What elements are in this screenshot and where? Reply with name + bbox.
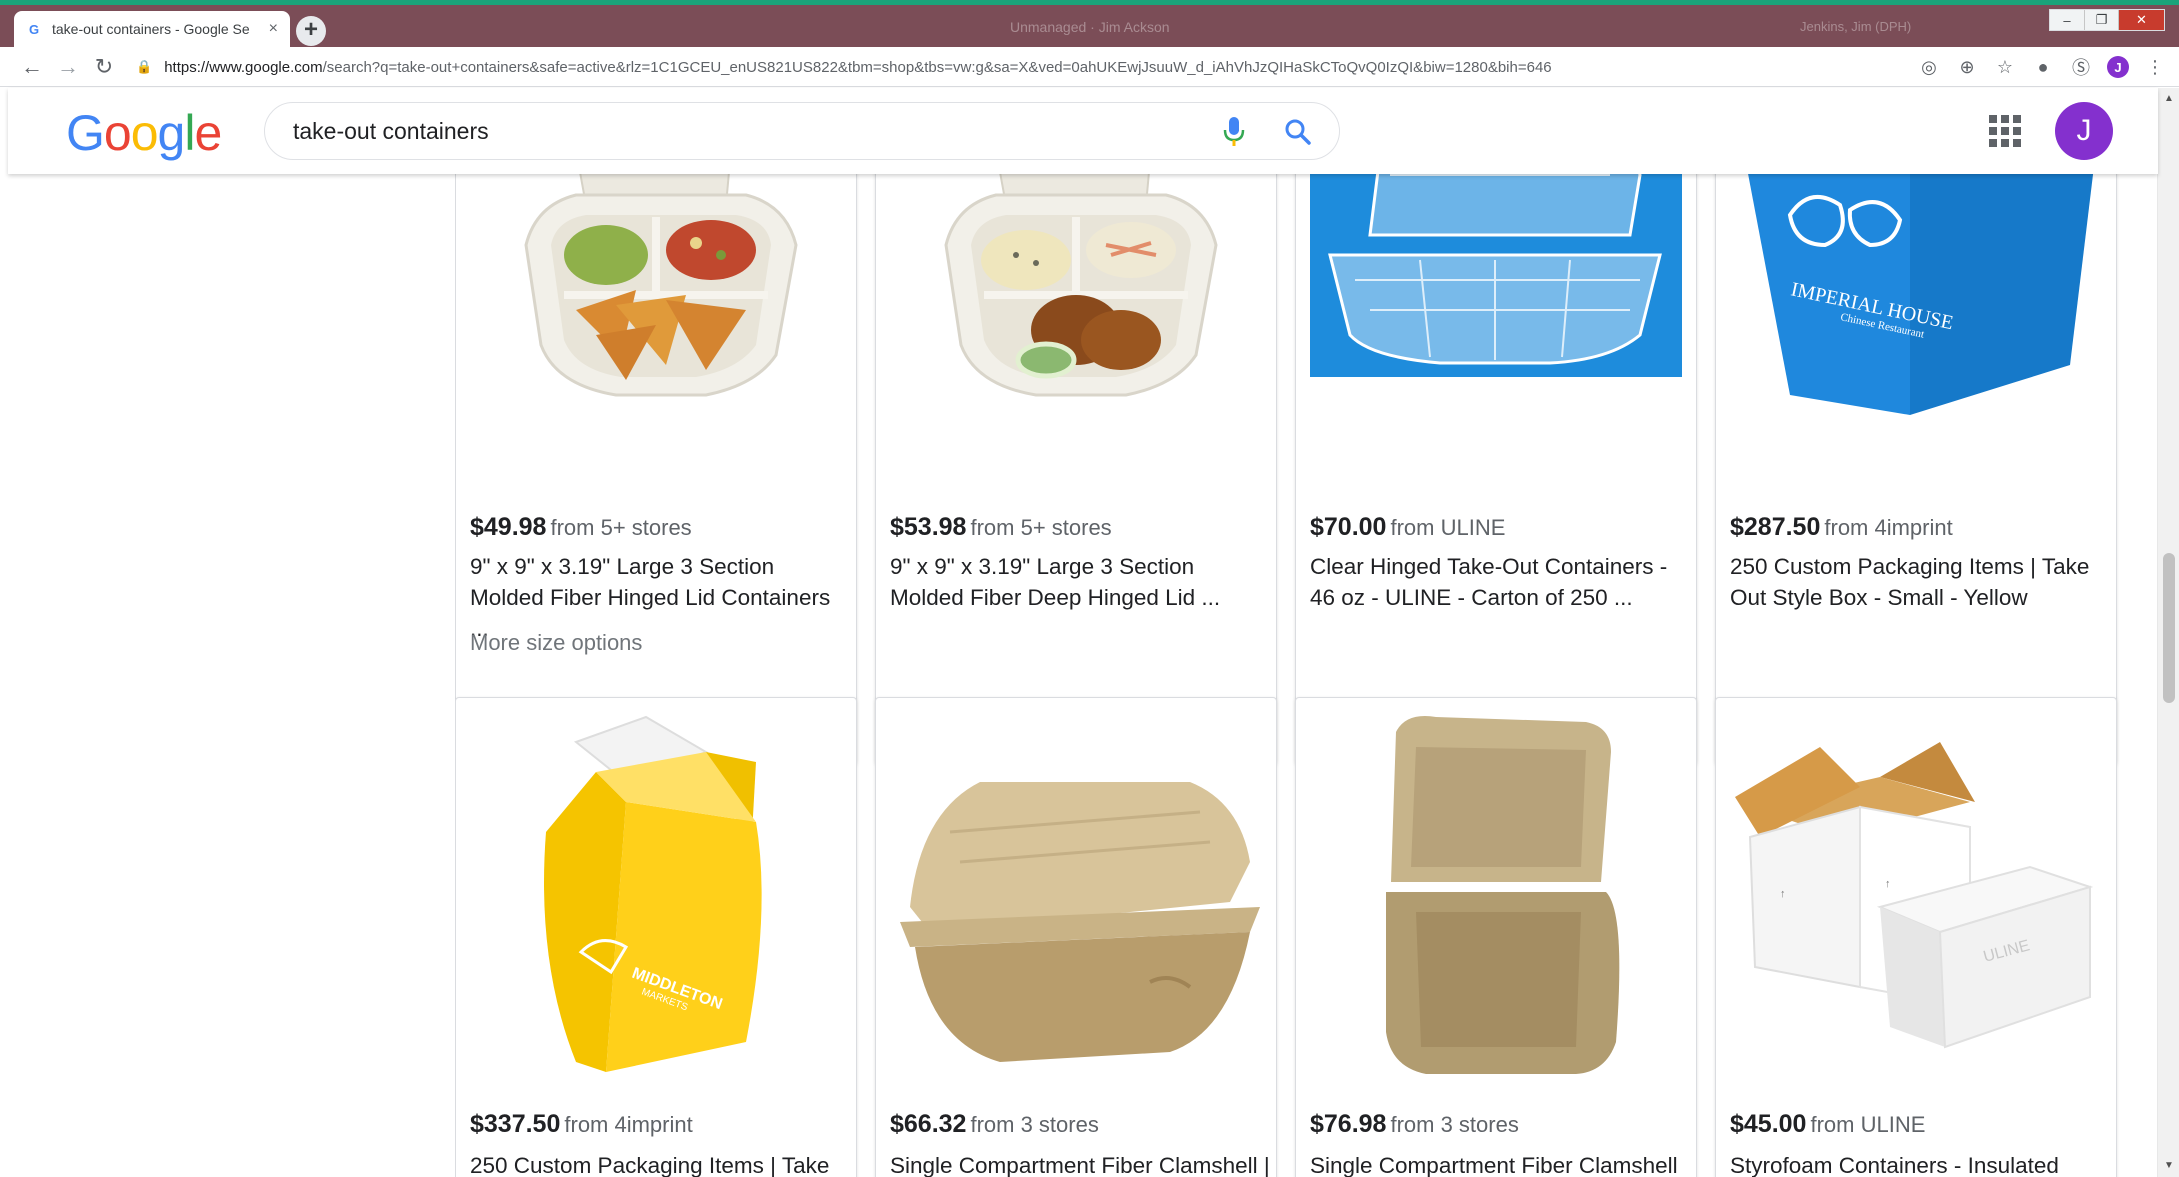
logo-letter: l bbox=[184, 105, 195, 161]
page-scrollbar[interactable]: ▲ ▼ bbox=[2157, 88, 2179, 1177]
window-close-button[interactable]: ✕ bbox=[2118, 10, 2164, 30]
address-bar[interactable]: 🔒 https://www.google.com/search?q=take-o… bbox=[136, 51, 1876, 83]
price-source: from ULINE bbox=[1810, 1112, 1926, 1137]
zoom-icon[interactable]: ⊕ bbox=[1955, 55, 1979, 79]
skype-extension-icon[interactable]: Ⓢ bbox=[2069, 55, 2093, 79]
product-title[interactable]: Styrofoam Containers - Insulated bbox=[1730, 1150, 2110, 1177]
price-value: $53.98 bbox=[890, 513, 967, 541]
close-tab-icon[interactable]: × bbox=[269, 20, 278, 38]
microphone-icon[interactable] bbox=[1217, 115, 1251, 149]
product-price: $287.50 from 4imprint bbox=[1730, 513, 1953, 542]
back-arrow-icon[interactable]: ← bbox=[14, 49, 50, 85]
google-favicon-icon: G bbox=[28, 21, 40, 37]
product-image[interactable]: ULINE ↑ ↑ bbox=[1730, 712, 2102, 1082]
browser-toolbar: ← → ↻ 🔒 https://www.google.com/search?q=… bbox=[0, 47, 2179, 87]
product-card[interactable]: $66.32 from 3 stores Single Compartment F… bbox=[875, 697, 1277, 1177]
product-price: $45.00 from ULINE bbox=[1730, 1110, 1925, 1139]
bookmark-star-icon[interactable]: ☆ bbox=[1993, 55, 2017, 79]
product-card[interactable]: IMPERIAL HOUSE Chinese Restaurant $287.5… bbox=[1715, 88, 2117, 765]
product-image[interactable]: MIDDLETON MARKETS bbox=[470, 712, 842, 1082]
google-search-header: Google J bbox=[8, 88, 2158, 174]
search-input[interactable] bbox=[293, 117, 1173, 145]
menu-kebab-icon[interactable]: ⋮ bbox=[2143, 55, 2167, 79]
forward-arrow-icon[interactable]: → bbox=[50, 49, 86, 85]
product-price: $53.98 from 5+ stores bbox=[890, 513, 1112, 542]
location-icon[interactable]: ◎ bbox=[1917, 55, 1941, 79]
url-host: https://www.google.com bbox=[164, 58, 323, 76]
price-source: from 4imprint bbox=[1824, 515, 1953, 540]
price-value: $45.00 bbox=[1730, 1110, 1807, 1138]
product-card[interactable]: $49.98 from 5+ stores 9" x 9" x 3.19" Lar… bbox=[455, 88, 857, 765]
scroll-up-arrow-icon[interactable]: ▲ bbox=[2162, 92, 2176, 106]
product-title[interactable]: 9" x 9" x 3.19" Large 3 Section Molded F… bbox=[890, 551, 1270, 613]
price-value: $337.50 bbox=[470, 1110, 561, 1138]
lock-icon: 🔒 bbox=[136, 59, 153, 74]
price-source: from 3 stores bbox=[1390, 1112, 1519, 1137]
product-title[interactable]: 250 Custom Packaging Items | Take Out St… bbox=[1730, 551, 2110, 613]
maximize-button[interactable]: ❐ bbox=[2084, 10, 2118, 30]
price-source: from ULINE bbox=[1390, 515, 1506, 540]
browser-tab[interactable]: G take-out containers - Google Se × bbox=[14, 11, 290, 47]
product-title[interactable]: 250 Custom Packaging Items | Take bbox=[470, 1150, 850, 1177]
new-tab-button[interactable]: + bbox=[296, 16, 326, 46]
price-value: $76.98 bbox=[1310, 1110, 1387, 1138]
logo-letter: g bbox=[157, 105, 186, 161]
toolbar-icons: ◎ ⊕ ☆ ● Ⓢ J ⋮ bbox=[1917, 51, 2167, 83]
product-price: $337.50 from 4imprint bbox=[470, 1110, 693, 1139]
product-title[interactable]: Single Compartment Fiber Clamshell | bbox=[890, 1150, 1270, 1177]
logo-letter: o bbox=[103, 105, 132, 161]
search-icon[interactable] bbox=[1281, 115, 1315, 149]
logo-letter: G bbox=[66, 105, 105, 161]
browser-tabstrip: G take-out containers - Google Se × + Un… bbox=[0, 0, 2179, 47]
minimize-button[interactable]: – bbox=[2050, 10, 2084, 30]
product-price: $70.00 from ULINE bbox=[1310, 513, 1505, 542]
window-controls: – ❐ ✕ bbox=[2049, 9, 2165, 31]
product-price: $49.98 from 5+ stores bbox=[470, 513, 692, 542]
price-value: $66.32 bbox=[890, 1110, 967, 1138]
more-size-options-link[interactable]: More size options bbox=[470, 630, 642, 656]
product-card[interactable]: MIDDLETON MARKETS $337.50 from 4imprint 2… bbox=[455, 697, 857, 1177]
product-card[interactable]: ULINE ↑ ↑ $45.00 from ULINE Styrofoam Con… bbox=[1715, 697, 2117, 1177]
google-apps-grid-icon[interactable] bbox=[1988, 114, 2022, 148]
price-source: from 3 stores bbox=[970, 1112, 1099, 1137]
arrow-label-icon: ↑ bbox=[1780, 888, 1786, 900]
extension-icon[interactable]: ● bbox=[2031, 55, 2055, 79]
price-source: from 4imprint bbox=[564, 1112, 693, 1137]
google-logo[interactable]: Google bbox=[66, 104, 222, 162]
product-title[interactable]: Clear Hinged Take-Out Containers - 46 oz… bbox=[1310, 551, 1690, 613]
tab-title: take-out containers - Google Se bbox=[52, 21, 250, 37]
product-image[interactable] bbox=[890, 712, 1262, 1082]
product-title[interactable]: Single Compartment Fiber Clamshell bbox=[1310, 1150, 1690, 1177]
price-source: from 5+ stores bbox=[550, 515, 692, 540]
product-price: $76.98 from 3 stores bbox=[1310, 1110, 1519, 1139]
search-box bbox=[264, 102, 1340, 160]
profile-chip[interactable]: Jenkins, Jim (DPH) bbox=[1800, 19, 1911, 34]
url-path: /search?q=take-out+containers&safe=activ… bbox=[322, 58, 1552, 76]
reload-icon[interactable]: ↻ bbox=[86, 49, 122, 85]
arrow-label-icon: ↑ bbox=[1885, 878, 1891, 890]
price-source: from 5+ stores bbox=[970, 515, 1112, 540]
scroll-down-arrow-icon[interactable]: ▼ bbox=[2162, 1159, 2176, 1173]
price-value: $70.00 bbox=[1310, 513, 1387, 541]
product-price: $66.32 from 3 stores bbox=[890, 1110, 1099, 1139]
product-image[interactable] bbox=[1310, 712, 1682, 1082]
logo-letter: o bbox=[130, 105, 159, 161]
price-value: $49.98 bbox=[470, 513, 547, 541]
logo-letter: e bbox=[194, 105, 222, 161]
scrollbar-thumb[interactable] bbox=[2163, 553, 2175, 703]
product-card[interactable]: $53.98 from 5+ stores 9" x 9" x 3.19" Lar… bbox=[875, 88, 1277, 765]
profile-avatar-icon[interactable]: J bbox=[2107, 56, 2129, 78]
price-value: $287.50 bbox=[1730, 513, 1821, 541]
account-avatar[interactable]: J bbox=[2055, 102, 2113, 160]
shopping-results-grid: $49.98 from 5+ stores 9" x 9" x 3.19" Lar… bbox=[455, 88, 2120, 1177]
product-card[interactable]: $70.00 from ULINE Clear Hinged Take-Out C… bbox=[1295, 88, 1697, 765]
incognito-label: Unmanaged · Jim Ackson bbox=[1010, 19, 1170, 35]
product-card[interactable]: $76.98 from 3 stores Single Compartment F… bbox=[1295, 697, 1697, 1177]
